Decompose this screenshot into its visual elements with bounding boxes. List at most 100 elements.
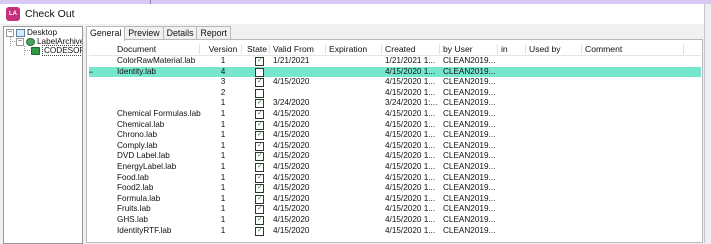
tab-preview[interactable]: Preview [124, 26, 164, 40]
table-row[interactable]: − Identity.lab 4 4/15/2020 1... CLEAN2019... [89, 66, 701, 77]
col-valid-from: 4/15/2020 [273, 140, 310, 150]
col-created: 4/15/2020 1... [385, 77, 436, 87]
collapse-versions-icon[interactable]: − [89, 67, 93, 77]
col-valid-from: 4/15/2020 [273, 77, 310, 87]
check-out-window: LA Check Out − Desktop − LabelArchive CO… [0, 4, 705, 244]
column-header-comment[interactable]: Comment [585, 43, 685, 55]
folder-tree[interactable]: − Desktop − LabelArchive CODESOF [3, 26, 83, 244]
col-document: Comply.lab [117, 140, 158, 150]
tree-item-label: Desktop [27, 28, 58, 37]
col-version: 1 [220, 215, 226, 224]
col-created: 3/24/2020 1:... [385, 98, 438, 108]
checked-state-icon: ✓ [255, 141, 264, 151]
checkmark-icon: ✓ [257, 141, 263, 149]
table-row[interactable]: Chemical.lab 1 ✓ 4/15/2020 4/15/2020 1... CLE… [89, 120, 701, 130]
column-resize-handle[interactable] [241, 44, 242, 54]
col-by-user: CLEAN2019... [443, 56, 496, 65]
col-by-user: CLEAN2019... [443, 172, 496, 182]
col-version: 1 [220, 172, 226, 182]
col-document: IdentityRTF.lab [117, 225, 172, 235]
general-tab-panel: Document Version State Valid From Expiration… [86, 39, 703, 243]
column-header-used-by[interactable]: Used by [529, 43, 583, 55]
column-resize-handle[interactable] [497, 44, 498, 54]
table-row[interactable]: IdentityRTF.lab 1 ✓ 4/15/2020 4/15/2020 1...… [89, 226, 701, 236]
col-by-user: CLEAN2019... [443, 225, 496, 235]
tab-details[interactable]: Details [162, 26, 198, 40]
column-resize-handle[interactable] [381, 44, 382, 54]
column-header-created[interactable]: Created [385, 43, 441, 55]
checkmark-icon: ✓ [257, 216, 263, 223]
col-created: 4/15/2020 1... [385, 204, 436, 214]
checkmark-icon: ✓ [257, 194, 263, 202]
checked-state-icon: ✓ [255, 110, 264, 119]
tree-item-codesof[interactable]: CODESOF [31, 45, 82, 56]
tab-general[interactable]: General [86, 26, 126, 41]
database-icon [31, 46, 40, 55]
table-row[interactable]: 3 ✓ 4/15/2020 4/15/2020 1... CLEAN2019... [89, 77, 701, 88]
table-row[interactable]: Fruits.lab 1 ✓ 4/15/2020 4/15/2020 1... CLEAN… [89, 204, 701, 215]
column-resize-handle[interactable] [581, 44, 582, 54]
col-by-user: CLEAN2019... [443, 130, 496, 140]
table-row[interactable]: 1 ✓ 3/24/2020 3/24/2020 1:... CLEAN2019... [89, 98, 701, 109]
col-valid-from: 4/15/2020 [273, 204, 310, 214]
checked-state-icon: ✓ [255, 78, 264, 88]
label-archive-app-icon: LA [6, 7, 20, 21]
table-row[interactable]: 2 4/15/2020 1... CLEAN2019... [89, 88, 701, 98]
table-row[interactable]: Comply.lab 1 ✓ 4/15/2020 4/15/2020 1... CLEAN… [89, 141, 701, 151]
column-header-valid-from[interactable]: Valid From [273, 43, 327, 55]
tab-report[interactable]: Report [196, 26, 231, 40]
col-created: 4/15/2020 1... [385, 172, 436, 182]
col-created: 4/15/2020 1... [385, 183, 436, 193]
column-header-row: Document Version State Valid From Expiration… [89, 43, 701, 56]
table-row[interactable]: DVD Label.lab 1 ✓ 4/15/2020 4/15/2020 1... CL… [89, 151, 701, 162]
col-version: 1 [220, 98, 226, 108]
col-document: Formula.lab [117, 193, 161, 203]
col-valid-from: 4/15/2020 [273, 130, 310, 140]
col-version: 1 [220, 204, 226, 214]
document-list[interactable]: Document Version State Valid From Expiration… [89, 43, 701, 243]
title-bar: LA Check Out [0, 4, 704, 24]
col-document: ColorRawMaterial.lab [117, 56, 196, 65]
checkmark-icon: ✓ [257, 78, 263, 86]
table-row[interactable]: Chrono.lab 1 ✓ 4/15/2020 4/15/2020 1... CLEAN… [89, 130, 701, 141]
col-document: Fruits.lab [117, 204, 151, 214]
column-header-document[interactable]: Document [117, 43, 201, 55]
column-header-version[interactable]: Version [203, 43, 243, 55]
table-row[interactable]: Food2.lab 1 ✓ 4/15/2020 4/15/2020 1... CLEAN2… [89, 183, 701, 194]
table-row[interactable]: EnergyLabel.lab 1 ✓ 4/15/2020 4/15/2020 1...… [89, 162, 701, 172]
column-resize-handle[interactable] [199, 44, 200, 54]
col-valid-from: 4/15/2020 [273, 109, 310, 118]
column-resize-handle[interactable] [325, 44, 326, 54]
column-resize-handle[interactable] [525, 44, 526, 54]
checkmark-icon: ✓ [257, 120, 263, 128]
col-version: 1 [220, 109, 226, 118]
table-row[interactable]: GHS.lab 1 ✓ 4/15/2020 4/15/2020 1... CLEAN201… [89, 215, 701, 225]
col-version: 4 [220, 66, 226, 76]
column-resize-handle[interactable] [269, 44, 270, 54]
column-header-expiration[interactable]: Expiration [329, 43, 383, 55]
column-resize-handle[interactable] [439, 44, 440, 54]
table-row[interactable]: Formula.lab 1 ✓ 4/15/2020 4/15/2020 1... CLEA… [89, 194, 701, 204]
col-by-user: CLEAN2019... [443, 162, 496, 171]
col-version: 1 [220, 56, 226, 65]
column-header-by-user[interactable]: by User [443, 43, 499, 55]
table-row[interactable]: ColorRawMaterial.lab 1 ✓ 1/21/2021 1/21/2021… [89, 56, 701, 66]
collapse-icon[interactable]: − [16, 37, 24, 46]
tree-item-desktop[interactable]: − Desktop [6, 28, 57, 37]
col-created: 4/15/2020 1... [385, 151, 436, 161]
collapse-icon[interactable]: − [6, 28, 14, 37]
checked-state-icon: ✓ [255, 184, 264, 194]
table-row[interactable]: Food.lab 1 ✓ 4/15/2020 4/15/2020 1... CLEAN20… [89, 173, 701, 183]
table-row[interactable]: Chemical Formulas.lab 1 ✓ 4/15/2020 4/15/202… [89, 109, 701, 119]
column-resize-handle[interactable] [683, 44, 684, 54]
col-by-user: CLEAN2019... [443, 193, 496, 203]
tree-connector [10, 41, 15, 42]
col-document: EnergyLabel.lab [117, 162, 177, 171]
tree-item-label: CODESOF [42, 45, 82, 56]
col-created: 4/15/2020 1... [385, 66, 436, 76]
checked-state-icon: ✓ [255, 226, 264, 236]
column-header-state[interactable]: State [247, 43, 271, 55]
checked-state-icon: ✓ [255, 131, 264, 141]
checked-state-icon: ✓ [255, 57, 264, 66]
column-header-in[interactable]: in [501, 43, 527, 55]
